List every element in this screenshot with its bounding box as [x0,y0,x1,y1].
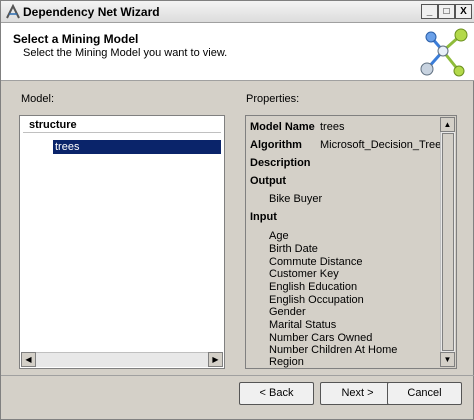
output-item: Bike Buyer [269,193,323,205]
dependency-network-icon [420,28,468,77]
scroll-left-icon[interactable]: ◀ [21,352,36,367]
minimize-button[interactable]: _ [421,4,438,19]
input-item: English Occupation [269,294,364,306]
page-title: Select a Mining Model [13,32,139,46]
scroll-right-icon[interactable]: ▶ [208,352,223,367]
input-item: Commute Distance [269,256,363,268]
input-item: Age [269,230,289,242]
description-label: Description [250,157,311,169]
footer-divider [1,375,474,376]
wizard-header: Select a Mining Model Select the Mining … [1,23,474,81]
page-subtitle: Select the Mining Model you want to view… [23,47,228,59]
window-title: Dependency Net Wizard [23,5,160,19]
wizard-window: Dependency Net Wizard _ □ X Select a Min… [0,0,474,420]
next-button[interactable]: Next > [320,382,395,405]
model-name-value: trees [320,121,345,133]
algorithm-value: Microsoft_Decision_Trees [320,139,442,151]
input-item: Customer Key [269,268,339,280]
model-label: Model: [21,93,55,105]
algorithm-label: Algorithm [250,139,302,151]
cancel-button[interactable]: Cancel [387,382,462,405]
model-item-trees[interactable]: trees [53,140,221,154]
scroll-thumb[interactable] [442,133,454,351]
structure-node[interactable]: structure [23,119,221,133]
properties-content: Model Name trees Algorithm Microsoft_Dec… [246,116,442,368]
wizard-icon [6,4,20,19]
close-button[interactable]: X [455,4,472,19]
input-item: Number Cars Owned [269,332,373,344]
input-label: Input [250,211,277,223]
model-tree[interactable]: structure trees ◀ ▶ [19,115,225,369]
title-bar[interactable]: Dependency Net Wizard _ □ X [1,1,474,23]
properties-panel: Model Name trees Algorithm Microsoft_Dec… [245,115,457,369]
model-name-label: Model Name [250,121,315,133]
input-item: Gender [269,306,306,318]
input-item: Marital Status [269,319,337,331]
output-label: Output [250,175,287,187]
properties-label: Properties: [246,93,300,105]
horizontal-scrollbar[interactable]: ◀ ▶ [21,352,223,367]
maximize-button[interactable]: □ [438,4,455,19]
input-item: English Education [269,281,358,293]
vertical-scrollbar[interactable]: ▲ ▼ [440,117,455,367]
scroll-up-icon[interactable]: ▲ [440,117,455,132]
back-button[interactable]: < Back [239,382,314,405]
input-item: Region [269,356,304,368]
input-item: Birth Date [269,243,318,255]
scroll-down-icon[interactable]: ▼ [440,352,455,367]
input-item: Number Children At Home [269,344,398,356]
